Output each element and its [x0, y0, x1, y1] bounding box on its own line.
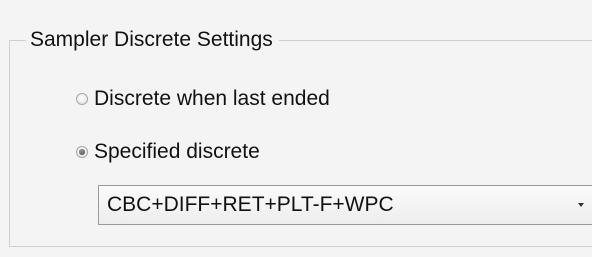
- discrete-select-value[interactable]: CBC+DIFF+RET+PLT-F+WPC: [99, 193, 592, 217]
- radio-button-icon[interactable]: [76, 93, 88, 105]
- group-title: Sampler Discrete Settings: [26, 25, 279, 55]
- chevron-down-icon[interactable]: [578, 203, 584, 207]
- radio-label-discrete-when-last-ended[interactable]: Discrete when last ended: [94, 84, 330, 114]
- radio-label-specified-discrete[interactable]: Specified discrete: [94, 137, 260, 167]
- radio-specified-discrete[interactable]: Specified discrete: [76, 137, 260, 167]
- radio-discrete-when-last-ended[interactable]: Discrete when last ended: [76, 84, 330, 114]
- discrete-select[interactable]: CBC+DIFF+RET+PLT-F+WPC: [98, 185, 592, 225]
- radio-button-selected-icon[interactable]: [76, 146, 88, 158]
